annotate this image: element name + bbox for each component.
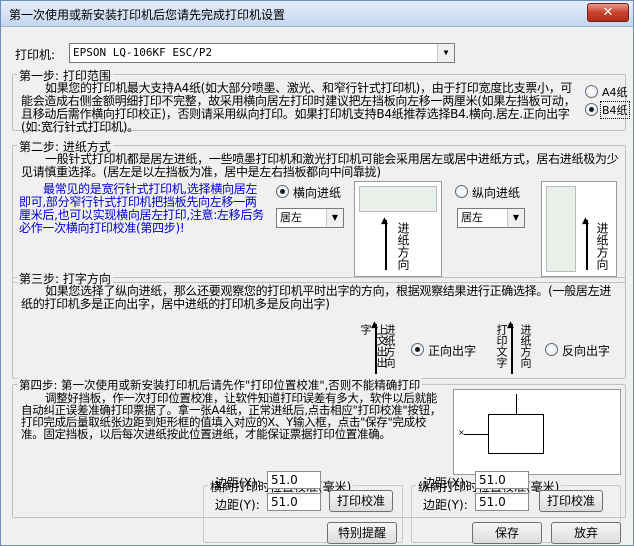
step3-group: 第三步: 打字方向 如果您选择了纵向进纸，那么还要观察您的打印机平时出字的方向，…: [12, 270, 626, 379]
x-measure-line: [464, 434, 488, 435]
radio-reverse-label: 反向出字: [562, 344, 611, 358]
setup-dialog: 第一次使用或新安装打印机后您请先完成打印机设置 ✕ 打印机: EPSON LQ-…: [0, 0, 634, 546]
radio-vertical-feed[interactable]: [455, 185, 468, 198]
vertical-align-select[interactable]: 居左 ▼: [457, 208, 525, 228]
radio-vertical-label: 纵向进纸: [472, 186, 521, 200]
step3-text: 如果您选择了纵向进纸，那么还要观察您的打印机平时出字的方向，根据观察结果进行正确…: [21, 284, 611, 311]
printer-label: 打印机:: [15, 48, 56, 62]
step2-note: 最常见的是宽行针式打印机,选择横向居左即可,部分窄行针式打印机把挡板先向左移一两…: [19, 182, 264, 235]
step1-text: 如果您的打印机最大支持A4纸(如大部分喷墨、激光、和窄行针式打印机)，由于打印宽…: [21, 81, 576, 134]
feed-direction-label: 进纸方向: [396, 222, 410, 270]
chevron-down-icon: ▼: [507, 209, 524, 227]
arrow-up-icon: ▲: [507, 320, 514, 330]
step4-text: 调整好挡板，作一次打印位置校准，让软件知道打印误差有多大，软件以后就能自动纠正误…: [21, 391, 441, 441]
v-margin-x-label: 边距(X):: [423, 476, 469, 490]
radio-a4-label: A4纸: [602, 86, 628, 99]
arrow-up-icon: ▲: [582, 216, 589, 226]
radio-a4[interactable]: [585, 85, 598, 98]
horizontal-print-calibrate-button[interactable]: 打印校准: [329, 490, 393, 512]
reverse-feed-label: 进纸方向: [519, 324, 532, 368]
dialog-body: 打印机: EPSON LQ-106KF ESC/P2 ▼ 第一步: 打印范围 如…: [1, 28, 633, 545]
reverse-print-diagram: 打印文字 ▲ 进纸方向: [493, 320, 545, 376]
close-button[interactable]: ✕: [587, 3, 629, 22]
arrow-up-icon: ▲: [381, 216, 388, 226]
radio-b4[interactable]: [585, 103, 598, 116]
chevron-down-icon: ▼: [437, 44, 454, 62]
paper-sample: [359, 186, 437, 212]
h-margin-y-label: 边距(Y):: [215, 498, 260, 512]
h-margin-y-input[interactable]: 51.0: [267, 493, 321, 511]
window-title: 第一次使用或新安装打印机后您请先完成打印机设置: [9, 8, 286, 22]
x-marker-icon: ×: [458, 428, 465, 437]
paper-sample: [546, 186, 576, 272]
h-margin-x-label: 边距(X):: [215, 476, 261, 490]
title-bar: 第一次使用或新安装打印机后您请先完成打印机设置 ✕: [1, 1, 633, 27]
arrow-shaft: [586, 220, 588, 270]
step1-group: 第一步: 打印范围 如果您的打印机最大支持A4纸(如大部分喷墨、激光、和窄行针式…: [12, 67, 630, 134]
radio-horizontal-feed[interactable]: [276, 185, 289, 198]
radio-reverse[interactable]: [545, 343, 558, 356]
arrow-shaft: [385, 220, 387, 270]
radio-forward[interactable]: [411, 343, 424, 356]
horizontal-align-select[interactable]: 居左 ▼: [276, 208, 344, 228]
radio-forward-label: 正向出字: [428, 344, 477, 358]
chevron-down-icon: ▼: [326, 209, 343, 227]
vertical-align-value: 居左: [461, 211, 483, 224]
calibration-rectangle: [488, 414, 544, 454]
horizontal-feed-diagram: ▲ 进纸方向: [354, 181, 442, 277]
printer-select[interactable]: EPSON LQ-106KF ESC/P2 ▼: [69, 43, 455, 63]
radio-b4-label: B4纸: [600, 101, 630, 119]
forward-print-diagram: 上文出出字 ▲ 进纸方向: [357, 320, 409, 376]
y-measure-line: [516, 394, 517, 414]
calibration-diagram: ×: [453, 389, 621, 475]
forward-feed-label: 进纸方向: [383, 324, 396, 368]
reverse-text-label: 打印文字: [495, 324, 508, 368]
arrow-shaft: [375, 324, 377, 374]
h-margin-x-input[interactable]: 51.0: [267, 471, 321, 489]
step2-group: 第二步: 进纸方式 一般针式打印机都是居左进纸，一些喷墨打印机和激光打印机可能会…: [12, 138, 626, 283]
step2-text: 一般针式打印机都是居左进纸，一些喷墨打印机和激光打印机可能会采用居左或居中进纸方…: [21, 152, 619, 179]
v-margin-x-input[interactable]: 51.0: [475, 471, 529, 489]
printer-selected-value: EPSON LQ-106KF ESC/P2: [73, 46, 213, 59]
radio-horizontal-label: 横向进纸: [293, 186, 342, 200]
horizontal-align-value: 居左: [280, 211, 302, 224]
feed-direction-label: 进纸方向: [595, 222, 609, 270]
vertical-feed-diagram: ▲ 进纸方向: [541, 181, 617, 277]
special-reminder-button[interactable]: 特别提醒: [327, 522, 397, 544]
discard-button[interactable]: 放弃: [551, 522, 621, 544]
arrow-shaft: [511, 324, 513, 374]
v-margin-y-input[interactable]: 51.0: [475, 493, 529, 511]
save-button[interactable]: 保存: [472, 522, 542, 544]
vertical-print-calibrate-button[interactable]: 打印校准: [539, 490, 603, 512]
v-margin-y-label: 边距(Y):: [423, 498, 468, 512]
arrow-up-icon: ▲: [371, 320, 378, 330]
